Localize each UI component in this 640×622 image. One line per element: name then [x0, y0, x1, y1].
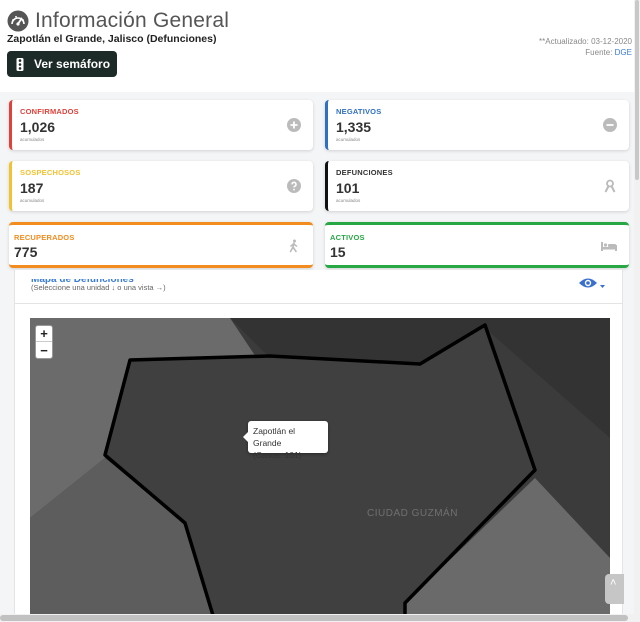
card-value: 187: [20, 180, 44, 196]
dashboard-gauge-icon: [7, 10, 29, 32]
card-sub: acumulados: [20, 198, 45, 203]
card-label: ACTIVOS: [330, 233, 365, 242]
map-tooltip: Zapotlán el Grande (Casos: 101): [243, 421, 328, 460]
source-line: Fuente: DGE: [539, 47, 632, 58]
card-label: CONFIRMADOS: [20, 107, 79, 116]
source-label: Fuente:: [585, 48, 615, 57]
chevron-up-icon: ˄: [610, 577, 617, 589]
map-view[interactable]: + − Zapotlán el Grande (Casos: 101) CIUD…: [30, 318, 610, 622]
scroll-top-button[interactable]: ˄: [605, 574, 624, 604]
semaforo-button-label: Ver semáforo: [34, 57, 111, 71]
source-link[interactable]: DGE: [615, 48, 632, 57]
zoom-control: + −: [35, 325, 53, 359]
question-circle-icon: [287, 179, 301, 193]
city-label: CIUDAD GUZMÁN: [367, 508, 458, 519]
traffic-light-icon: [16, 57, 24, 71]
map-canvas[interactable]: [30, 318, 610, 622]
horizontal-scrollbar[interactable]: [0, 614, 640, 622]
page-title: Información General: [35, 9, 230, 32]
tooltip-name: Zapotlán el Grande: [253, 426, 296, 448]
card-recuperados[interactable]: RECUPERADOS 775: [9, 222, 313, 268]
card-sub: acumulados: [336, 137, 361, 142]
card-label: SOSPECHOSOS: [20, 168, 81, 177]
minus-circle-icon: [603, 118, 617, 132]
card-sub: acumulados: [336, 198, 361, 203]
vertical-scrollbar[interactable]: [634, 0, 640, 614]
title-row: Información General: [7, 9, 229, 33]
ribbon-icon: [604, 179, 616, 193]
card-label: NEGATIVOS: [336, 107, 382, 116]
card-value: 1,026: [20, 119, 56, 135]
bed-icon: [601, 242, 617, 251]
eye-view-toggle-icon[interactable]: [578, 276, 606, 292]
card-value: 101: [336, 180, 360, 196]
zoom-out-button[interactable]: −: [36, 342, 52, 358]
card-activos[interactable]: ACTIVOS 15: [325, 222, 629, 268]
semaforo-button[interactable]: Ver semáforo: [7, 51, 117, 77]
card-value: 15: [330, 244, 346, 260]
card-sospechosos[interactable]: SOSPECHOSOS 187 acumulados: [9, 161, 313, 211]
map-panel: Mapa de Defunciones (Seleccione una unid…: [14, 270, 623, 622]
card-confirmados[interactable]: CONFIRMADOS 1,026 acumulados: [9, 100, 313, 150]
vertical-scroll-thumb[interactable]: [635, 0, 639, 180]
zoom-in-button[interactable]: +: [36, 326, 52, 342]
card-value: 1,335: [336, 119, 372, 135]
card-label: RECUPERADOS: [14, 233, 75, 242]
updated-date: **Actualizado: 03-12-2020: [539, 37, 632, 46]
location-subtitle: Zapotlán el Grande, Jalisco (Defunciones…: [7, 33, 217, 45]
card-defunciones[interactable]: DEFUNCIONES 101 acumulados: [325, 161, 629, 211]
card-negativos[interactable]: NEGATIVOS 1,335 acumulados: [325, 100, 629, 150]
map-hint: (Seleccione una unidad ↓ o una vista →): [31, 283, 166, 292]
card-sub: acumulados: [20, 137, 45, 142]
horizontal-scroll-thumb[interactable]: [0, 615, 628, 621]
tooltip-cases: (Casos: 101): [253, 450, 302, 460]
walking-person-icon: [289, 239, 298, 253]
plus-circle-icon: [287, 118, 301, 132]
page-header: Información General Zapotlán el Grande, …: [0, 0, 634, 92]
card-label: DEFUNCIONES: [336, 168, 393, 177]
update-info: **Actualizado: 03-12-2020 Fuente: DGE: [539, 36, 632, 58]
map-divider: [15, 303, 622, 304]
card-value: 775: [14, 244, 38, 260]
